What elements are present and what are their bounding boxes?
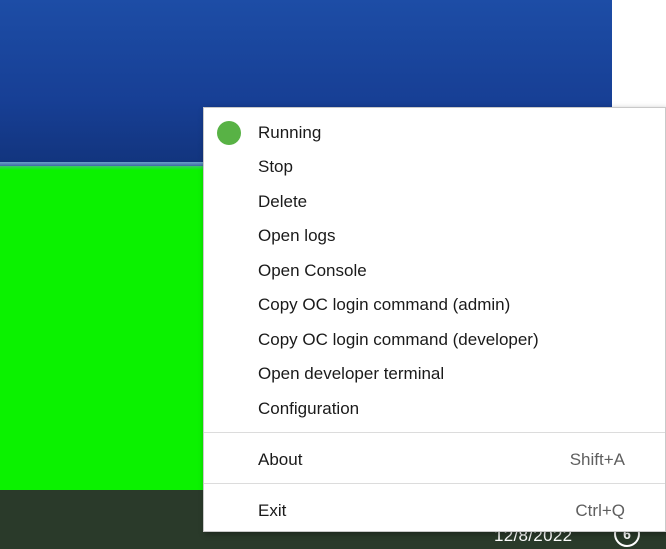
menu-item-configuration[interactable]: Configuration: [204, 392, 665, 426]
menu-item-label: Open logs: [258, 226, 336, 245]
desktop: 12/8/2022 6 Running Stop Delete Open log…: [0, 0, 666, 549]
menu-item-label: About: [258, 450, 303, 469]
menu-item-delete[interactable]: Delete: [204, 185, 665, 219]
wallpaper-white-area: [612, 0, 666, 110]
menu-separator: [204, 432, 665, 433]
menu-item-label: Copy OC login command (developer): [258, 330, 539, 349]
menu-item-label: Open developer terminal: [258, 364, 445, 383]
menu-item-label: Stop: [258, 157, 293, 176]
status-indicator-icon: [217, 121, 241, 145]
menu-separator: [204, 483, 665, 484]
menu-item-copy-login-admin[interactable]: Copy OC login command (admin): [204, 288, 665, 322]
menu-item-label: Delete: [258, 192, 308, 211]
menu-item-label: Open Console: [258, 261, 367, 280]
menu-item-shortcut: Ctrl+Q: [575, 501, 625, 520]
tray-context-menu: Running Stop Delete Open logs Open Conso…: [203, 107, 666, 532]
menu-item-label: Exit: [258, 501, 287, 520]
menu-item-copy-login-developer[interactable]: Copy OC login command (developer): [204, 323, 665, 357]
menu-item-about[interactable]: About Shift+A: [204, 443, 665, 477]
menu-item-open-console[interactable]: Open Console: [204, 254, 665, 288]
menu-item-label: Copy OC login command (admin): [258, 295, 511, 314]
menu-item-label: Configuration: [258, 399, 360, 418]
menu-item-open-logs[interactable]: Open logs: [204, 219, 665, 253]
menu-item-stop[interactable]: Stop: [204, 150, 665, 184]
menu-item-open-developer-terminal[interactable]: Open developer terminal: [204, 357, 665, 391]
menu-item-exit[interactable]: Exit Ctrl+Q: [204, 494, 665, 528]
status-running: Running: [204, 116, 665, 150]
status-label: Running: [258, 123, 322, 142]
menu-item-shortcut: Shift+A: [569, 450, 625, 469]
